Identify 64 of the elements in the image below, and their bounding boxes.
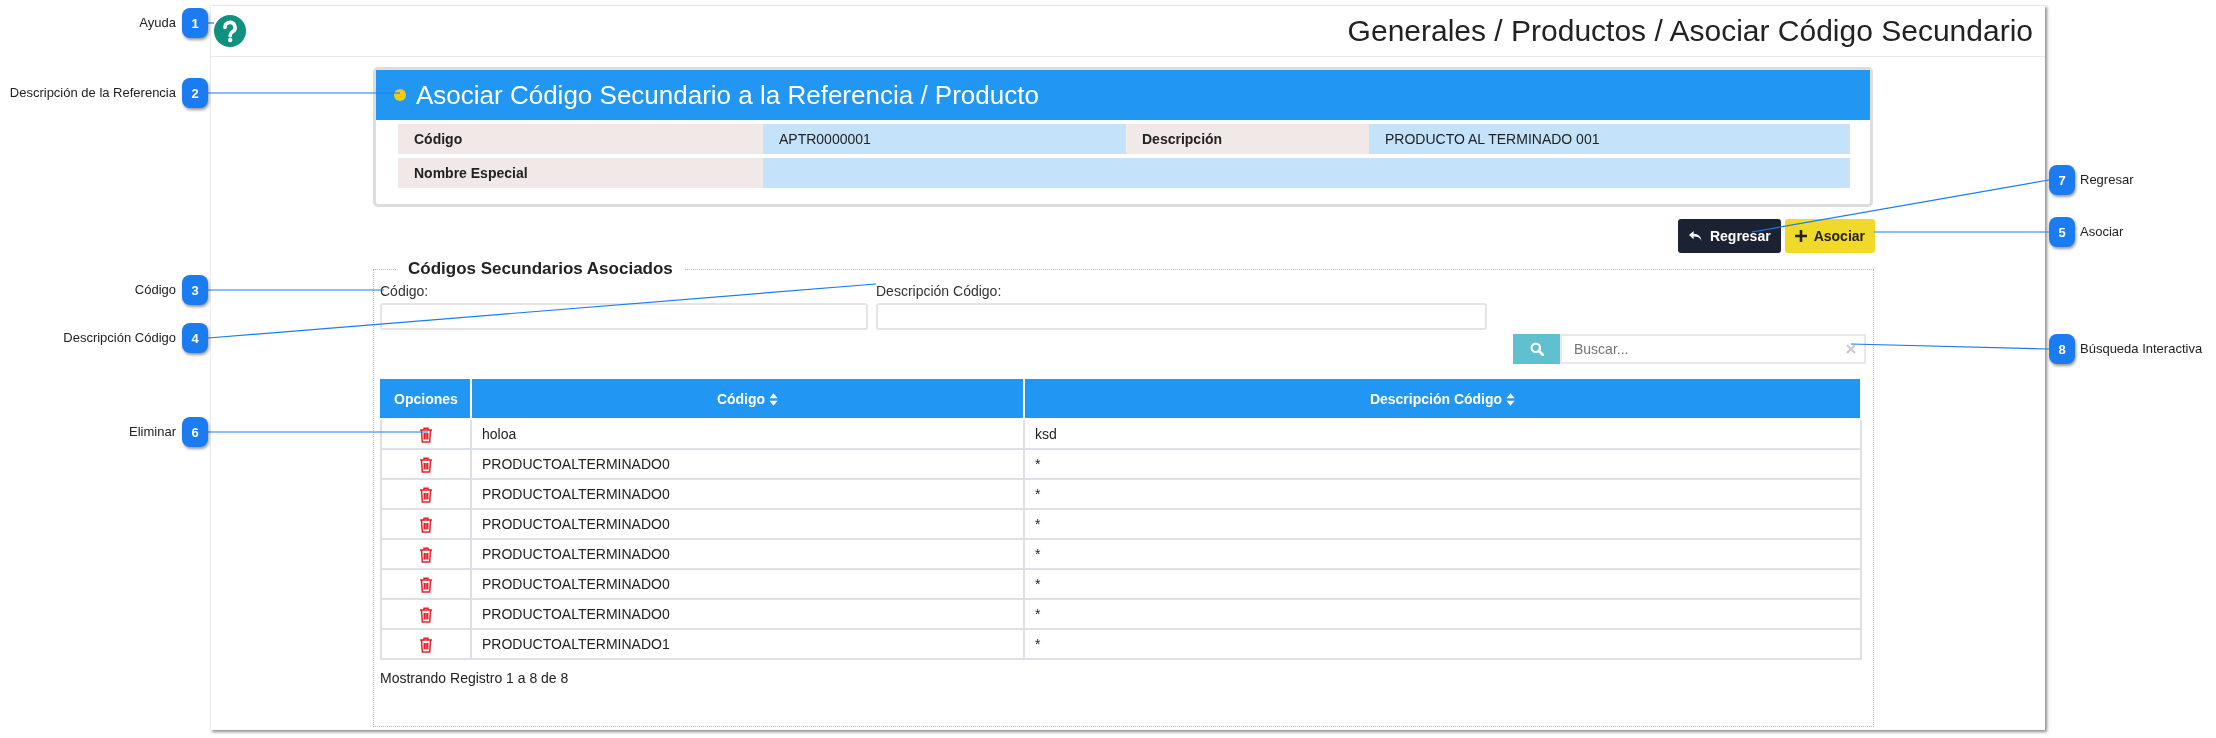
table-cell: * [1024, 479, 1861, 509]
field-label: Código [398, 124, 763, 154]
field-value: APTR0000001 [763, 124, 1126, 154]
callout-badge: 4 [182, 323, 208, 353]
field-value: PRODUCTO AL TERMINADO 001 [1369, 124, 1850, 154]
callout-label: Código [134, 282, 176, 297]
input-field[interactable] [876, 303, 1487, 330]
table-cell: ksd [1024, 419, 1861, 449]
table-cell: * [1024, 599, 1861, 629]
trash-icon[interactable] [419, 606, 433, 623]
sort-icon [1506, 392, 1516, 406]
trash-icon[interactable] [419, 576, 433, 593]
bullet-icon [394, 89, 406, 101]
callout-badge: 1 [182, 8, 208, 38]
table-cell: * [1024, 539, 1861, 569]
callout-badge: 2 [182, 78, 208, 108]
filter-label: Código: [380, 283, 430, 299]
table-cell: * [1024, 629, 1861, 659]
table-cell: PRODUCTOALTERMINADO0 [471, 539, 1024, 569]
callout-label: Ayuda [139, 15, 176, 30]
field-label: Descripción [1126, 124, 1369, 154]
trash-icon[interactable] [419, 516, 433, 533]
card-title: Asociar Código Secundario a la Referencia / Producto [416, 79, 1039, 111]
record-count: Mostrando Registro 1 a 8 de 8 [380, 670, 570, 686]
callout-label: Descripción de la Referencia [9, 85, 176, 100]
callout-badge: 7 [2049, 165, 2075, 195]
column-header: Opciones [381, 378, 471, 419]
trash-icon[interactable] [419, 546, 433, 563]
filter-label: Descripción Código: [876, 283, 1003, 299]
table-cell: PRODUCTOALTERMINADO1 [471, 629, 1024, 659]
table-cell: PRODUCTOALTERMINADO0 [471, 479, 1024, 509]
add-button[interactable]: Asociar [1784, 219, 1875, 253]
back-button[interactable]: Regresar [1677, 219, 1781, 253]
table-cell: * [1024, 569, 1861, 599]
callout-label: Eliminar [129, 424, 176, 439]
callout-badge: 8 [2049, 334, 2075, 364]
page-title: Generales / Productos / Asociar Código Secundario [1347, 14, 2033, 48]
search-field[interactable]: Buscar... [1560, 334, 1866, 364]
callout-label: Búsqueda Interactiva [2080, 341, 2203, 356]
callout-label: Regresar [2080, 172, 2134, 187]
sort-icon [769, 392, 779, 406]
table-cell: PRODUCTOALTERMINADO0 [471, 509, 1024, 539]
trash-icon[interactable] [419, 636, 433, 653]
callout-badge: 5 [2049, 217, 2075, 247]
table-cell: holoa [471, 419, 1024, 449]
table-cell: * [1024, 509, 1861, 539]
input-field[interactable] [380, 303, 868, 330]
callout-badge: 3 [182, 275, 208, 305]
help-icon[interactable] [214, 15, 246, 47]
field-label: Nombre Especial [398, 158, 763, 188]
table-cell: PRODUCTOALTERMINADO0 [471, 449, 1024, 479]
callout-label: Asociar [2080, 224, 2124, 239]
table-cell: PRODUCTOALTERMINADO0 [471, 569, 1024, 599]
trash-icon[interactable] [419, 426, 433, 443]
plus-icon [1794, 230, 1807, 242]
leader-line [207, 22, 215, 24]
table-cell: * [1024, 449, 1861, 479]
trash-icon[interactable] [419, 456, 433, 473]
callout-label: Descripción Código [63, 330, 176, 345]
section-title: Códigos Secundarios Asociados [407, 259, 674, 279]
callout-badge: 6 [182, 417, 208, 447]
trash-icon[interactable] [419, 486, 433, 503]
table-cell: PRODUCTOALTERMINADO0 [471, 599, 1024, 629]
search-icon [1529, 342, 1544, 356]
